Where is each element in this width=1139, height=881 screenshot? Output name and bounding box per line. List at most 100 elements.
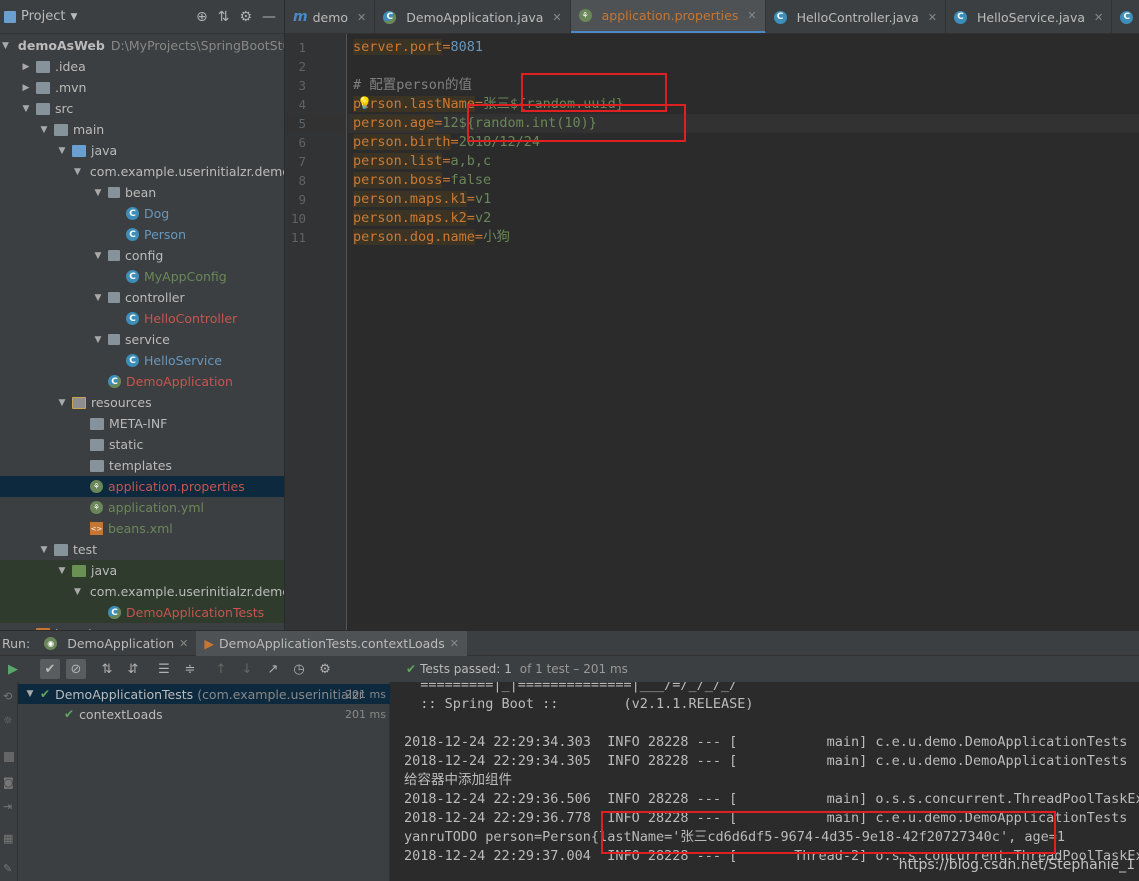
login-icon[interactable]: ⇥ bbox=[3, 800, 12, 813]
tree-item[interactable]: ▼ java bbox=[0, 140, 284, 161]
class-icon: C bbox=[126, 228, 139, 241]
tree-item[interactable]: ▶ .mvn bbox=[0, 77, 284, 98]
tree-item[interactable]: ▼ java bbox=[0, 560, 284, 581]
chevron-down-icon[interactable]: ▼ bbox=[38, 545, 50, 555]
editor-tab-label: application.properties bbox=[601, 8, 739, 23]
close-icon[interactable]: ✕ bbox=[1094, 11, 1103, 24]
tree-item[interactable]: ▶ .idea bbox=[0, 56, 284, 77]
tree-item[interactable]: ▼ bean bbox=[0, 182, 284, 203]
tree-item[interactable]: ▼ service bbox=[0, 329, 284, 350]
export-icon[interactable]: ↗ bbox=[263, 659, 283, 679]
settings-icon[interactable]: ⚙ bbox=[315, 659, 335, 679]
history-icon[interactable]: ◷ bbox=[289, 659, 309, 679]
project-panel: Project ▼ ⊕ ⇅ ⚙ — ▼ demoAsWeb D:\MyProject… bbox=[0, 0, 284, 630]
tree-item[interactable]: ⚘ application.properties bbox=[0, 476, 284, 497]
project-view-selector[interactable]: Project ▼ bbox=[4, 9, 77, 24]
chevron-down-icon[interactable]: ▼ bbox=[92, 293, 104, 303]
chevron-down-icon[interactable]: ▼ bbox=[56, 398, 68, 408]
debug-icon[interactable]: ☼ bbox=[3, 714, 13, 727]
editor-tab[interactable]: C HelloController.java ✕ bbox=[766, 0, 946, 33]
tree-item[interactable]: templates bbox=[0, 455, 284, 476]
camera-icon[interactable]: ◙ bbox=[3, 776, 14, 789]
chevron-down-icon[interactable]: ▼ bbox=[24, 689, 36, 699]
tree-item[interactable]: ▼ controller bbox=[0, 287, 284, 308]
close-icon[interactable]: ✕ bbox=[552, 11, 561, 24]
close-icon[interactable]: ✕ bbox=[179, 637, 188, 650]
prev-failed-icon[interactable]: ↑ bbox=[211, 659, 231, 679]
locate-icon[interactable]: ⊕ bbox=[196, 9, 208, 25]
tree-item[interactable]: ▼ src bbox=[0, 98, 284, 119]
tree-item[interactable]: ▼ demoAsWeb D:\MyProjects\SpringBootStu bbox=[0, 35, 284, 56]
run-tab-tests[interactable]: ▶ DemoApplicationTests.contextLoads ✕ bbox=[196, 630, 467, 656]
show-ignored-icon[interactable]: ⊘ bbox=[66, 659, 86, 679]
stop-icon[interactable] bbox=[4, 752, 14, 762]
spring-class-icon: C bbox=[383, 10, 397, 24]
tree-item[interactable]: C HelloService bbox=[0, 350, 284, 371]
chevron-right-icon[interactable]: ▶ bbox=[20, 83, 32, 93]
chevron-down-icon[interactable]: ▼ bbox=[38, 125, 50, 135]
close-icon[interactable]: ✕ bbox=[450, 637, 459, 650]
tree-item-label: com.example.userinitialzr.demo bbox=[89, 584, 284, 599]
chevron-down-icon[interactable]: ▼ bbox=[92, 335, 104, 345]
editor-tab[interactable]: ⚘ application.properties ✕ bbox=[570, 0, 766, 33]
tree-item[interactable]: C DemoApplicationTests bbox=[0, 602, 284, 623]
close-icon[interactable]: ✕ bbox=[928, 11, 937, 24]
tree-item[interactable]: META-INF bbox=[0, 413, 284, 434]
chevron-down-icon[interactable]: ▼ bbox=[20, 104, 32, 114]
tree-item[interactable]: ▶ target bbox=[0, 623, 284, 630]
collapse-all-icon[interactable]: ≑ bbox=[180, 659, 200, 679]
chevron-down-icon[interactable]: ▼ bbox=[2, 41, 9, 51]
test-method-time: 201 ms bbox=[345, 707, 386, 721]
tree-item[interactable]: ▼ com.example.userinitialzr.demo bbox=[0, 161, 284, 182]
test-row-method[interactable]: ✔ contextLoads 201 ms bbox=[18, 704, 390, 724]
tree-item[interactable]: ▼ resources bbox=[0, 392, 284, 413]
tree-item[interactable]: C Dog bbox=[0, 203, 284, 224]
tree-item[interactable]: C Person bbox=[0, 224, 284, 245]
tree-item[interactable]: C HelloController bbox=[0, 308, 284, 329]
chevron-right-icon[interactable]: ▶ bbox=[20, 62, 32, 72]
chevron-down-icon[interactable]: ▼ bbox=[92, 188, 104, 198]
lightbulb-icon[interactable]: 💡 bbox=[357, 96, 372, 110]
chevron-down-icon[interactable]: ▼ bbox=[74, 167, 81, 177]
hide-icon[interactable]: — bbox=[262, 9, 276, 25]
collapse-icon[interactable]: ⇅ bbox=[218, 9, 230, 25]
tree-item[interactable]: ▼ test bbox=[0, 539, 284, 560]
property-key: server.port bbox=[353, 39, 443, 55]
gear-icon[interactable]: ⚙ bbox=[239, 9, 252, 25]
tree-item[interactable]: C DemoApplication bbox=[0, 371, 284, 392]
layout-icon[interactable]: ▦ bbox=[3, 832, 13, 845]
pin-icon[interactable]: ✎ bbox=[3, 862, 12, 875]
run-tab-demoapplication[interactable]: ◉ DemoApplication ✕ bbox=[36, 631, 196, 656]
code-line: person.list=a,b,c bbox=[353, 152, 491, 171]
editor-tab[interactable]: C HelloService.java ✕ bbox=[946, 0, 1113, 33]
next-failed-icon[interactable]: ↓ bbox=[237, 659, 257, 679]
tree-item[interactable]: ▼ config bbox=[0, 245, 284, 266]
chevron-down-icon[interactable]: ▼ bbox=[56, 146, 68, 156]
close-icon[interactable]: ✕ bbox=[357, 11, 366, 24]
editor-tab[interactable]: m demo ✕ bbox=[285, 0, 376, 33]
tree-item[interactable]: ▼ main bbox=[0, 119, 284, 140]
tree-item[interactable]: ▼ com.example.userinitialzr.demo bbox=[0, 581, 284, 602]
editor-tab[interactable]: CPerson.java✕ bbox=[1112, 0, 1139, 33]
show-passed-icon[interactable]: ✔ bbox=[40, 659, 60, 679]
tree-item[interactable]: static bbox=[0, 434, 284, 455]
tree-item[interactable]: <> beans.xml bbox=[0, 518, 284, 539]
expand-all-icon[interactable]: ☰ bbox=[154, 659, 174, 679]
rerun-icon[interactable]: ▶ bbox=[3, 659, 23, 679]
close-icon[interactable]: ✕ bbox=[747, 9, 756, 22]
property-key: person.maps.k2 bbox=[353, 210, 467, 226]
chevron-down-icon[interactable]: ▼ bbox=[56, 566, 68, 576]
chevron-down-icon[interactable]: ▼ bbox=[92, 251, 104, 261]
tree-item-label: java bbox=[91, 563, 118, 578]
property-value: 小狗 bbox=[483, 229, 511, 245]
tree-item[interactable]: C MyAppConfig bbox=[0, 266, 284, 287]
tree-item[interactable]: ⚘ application.yml bbox=[0, 497, 284, 518]
test-row-class[interactable]: ▼ ✔ DemoApplicationTests (com.example.us… bbox=[18, 684, 390, 704]
sort-duration-icon[interactable]: ⇵ bbox=[123, 659, 143, 679]
chevron-down-icon[interactable]: ▼ bbox=[74, 587, 81, 597]
rerun-failed-icon[interactable]: ⟲ bbox=[3, 690, 12, 703]
run-label: Run: bbox=[2, 635, 31, 651]
sort-alpha-icon[interactable]: ⇅ bbox=[97, 659, 117, 679]
chevron-right-icon[interactable]: ▶ bbox=[20, 629, 32, 631]
editor-tab[interactable]: C DemoApplication.java ✕ bbox=[375, 0, 571, 33]
